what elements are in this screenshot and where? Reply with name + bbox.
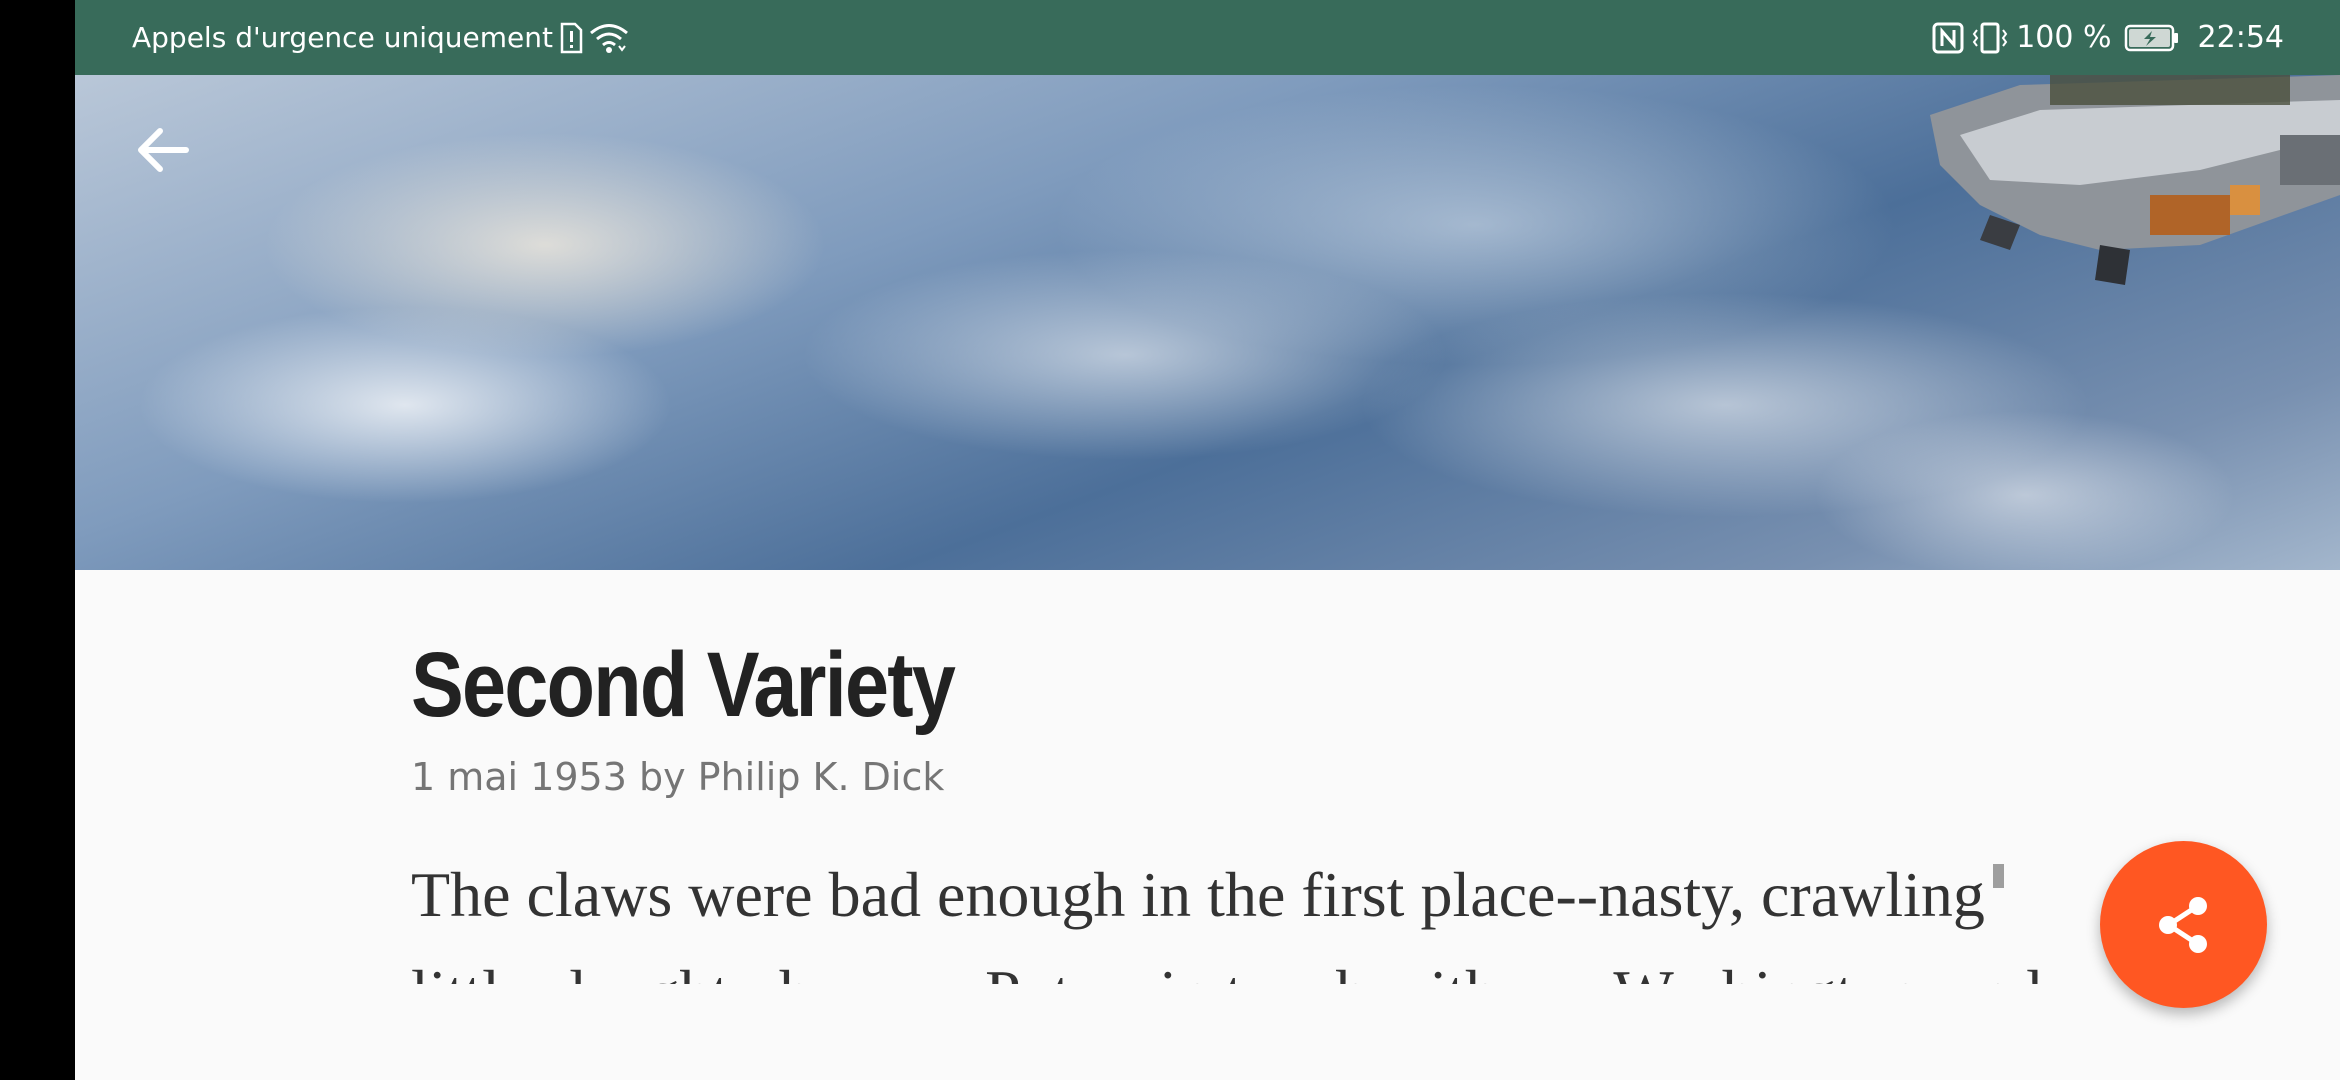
wifi-icon: [589, 22, 629, 54]
article-content: Second Variety 1 mai 1953 by Philip K. D…: [411, 630, 2051, 984]
battery-charging-icon: [2124, 23, 2180, 53]
carrier-text: Appels d'urgence uniquement: [132, 21, 553, 54]
status-bar-right: 100 % 22:54: [1932, 0, 2284, 75]
app-screen: Appels d'urgence uniquement 100 % 22:54 …: [75, 0, 2340, 1080]
clock: 22:54: [2197, 20, 2284, 55]
share-icon: [2158, 896, 2207, 953]
share-button[interactable]: [2100, 841, 2267, 1008]
screen-left-edge: [0, 0, 75, 1080]
alert-sim-icon: [559, 22, 583, 54]
status-bar-left: Appels d'urgence uniquement: [132, 0, 629, 75]
nfc-icon: [1932, 22, 1964, 54]
battery-percent: 100 %: [2016, 20, 2112, 55]
back-button[interactable]: [127, 115, 197, 185]
header-image: [75, 75, 2340, 570]
status-bar: Appels d'urgence uniquement 100 % 22:54: [75, 0, 2340, 75]
article-paragraph: The claws were bad enough in the first p…: [411, 859, 1985, 930]
vibrate-icon: [1972, 22, 2008, 54]
article-title: Second Variety: [411, 634, 956, 736]
arrow-back-icon: [138, 128, 189, 172]
space-station-image: [1930, 75, 2340, 285]
article-paragraph-next: little slaughterhouses. Put us in touch …: [411, 944, 2051, 984]
scroll-indicator[interactable]: [1993, 864, 2004, 888]
article-byline: 1 mai 1953 by Philip K. Dick: [411, 755, 945, 799]
